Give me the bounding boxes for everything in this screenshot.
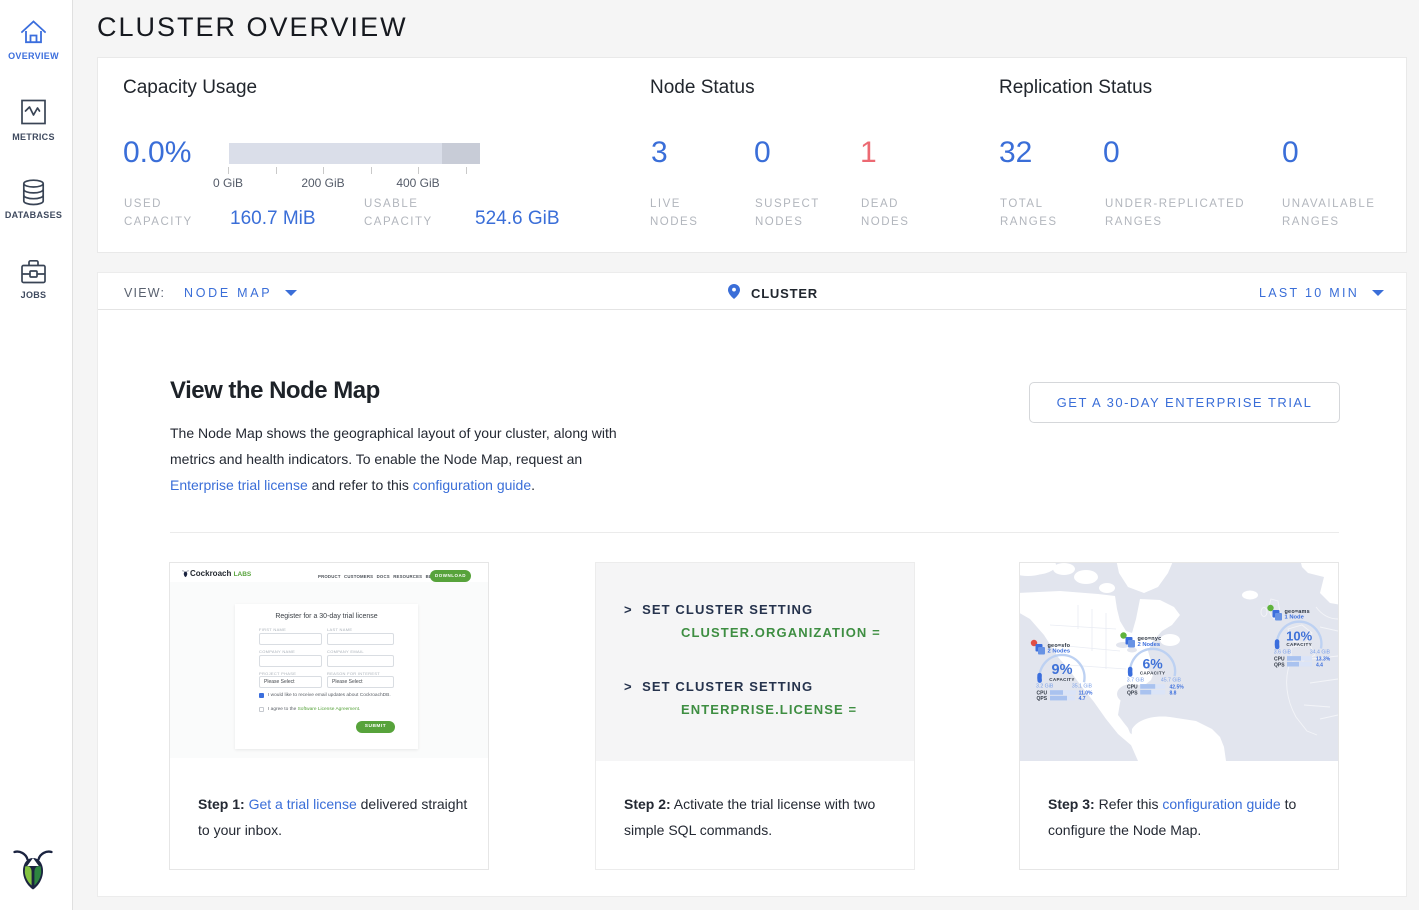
svg-text:34.4 GiB: 34.4 GiB <box>1310 650 1331 656</box>
svg-text:1 Node: 1 Node <box>1285 615 1305 621</box>
svg-text:QPS: QPS <box>1274 663 1285 669</box>
svg-text:CAPACITY: CAPACITY <box>1049 677 1075 682</box>
svg-text:3.2 GiB: 3.2 GiB <box>1036 683 1054 689</box>
svg-text:9%: 9% <box>1052 662 1073 678</box>
svg-text:4.4: 4.4 <box>1316 663 1323 669</box>
svg-text:8.8: 8.8 <box>1170 690 1177 696</box>
svg-text:QPS: QPS <box>1127 690 1138 696</box>
svg-text:CAPACITY: CAPACITY <box>1286 642 1312 647</box>
svg-text:45.7 GiB: 45.7 GiB <box>1161 677 1182 683</box>
svg-text:2 Nodes: 2 Nodes <box>1138 642 1161 648</box>
svg-text:2 Nodes: 2 Nodes <box>1048 649 1071 655</box>
svg-text:3.6 GiB: 3.6 GiB <box>1274 650 1292 656</box>
svg-text:QPS: QPS <box>1037 696 1048 702</box>
svg-text:4.7: 4.7 <box>1079 696 1086 702</box>
svg-text:6%: 6% <box>1142 656 1163 672</box>
svg-text:35.1 GiB: 35.1 GiB <box>1072 683 1093 689</box>
svg-text:3.7 GiB: 3.7 GiB <box>1127 677 1145 683</box>
svg-text:CAPACITY: CAPACITY <box>1140 670 1166 675</box>
